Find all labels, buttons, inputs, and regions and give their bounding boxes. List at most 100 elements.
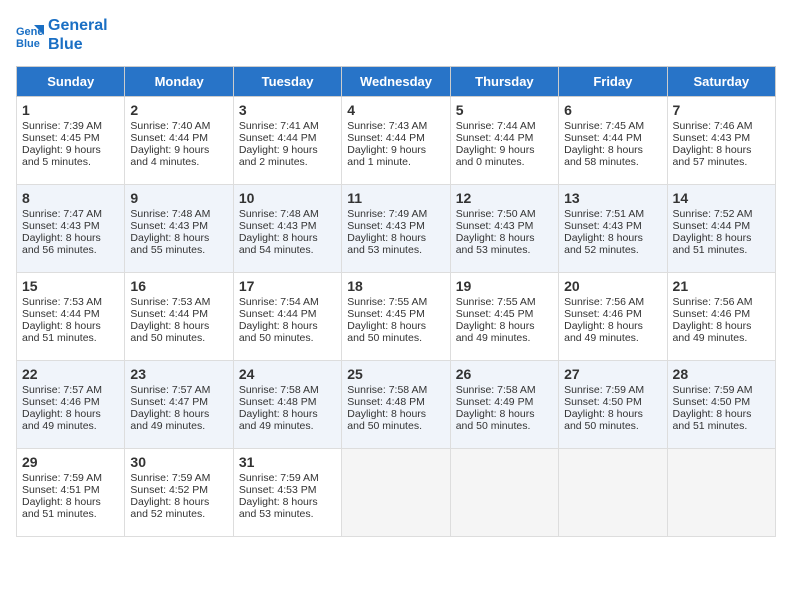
- sunset-label: Sunset: 4:43 PM: [564, 220, 642, 232]
- day-number: 6: [564, 102, 661, 118]
- sunset-label: Sunset: 4:51 PM: [22, 484, 100, 496]
- logo-icon: General Blue: [16, 21, 44, 49]
- calendar-day-12: 12 Sunrise: 7:50 AM Sunset: 4:43 PM Dayl…: [450, 185, 558, 273]
- sunrise-label: Sunrise: 7:58 AM: [239, 384, 319, 396]
- daylight-label: Daylight: 8 hours and 50 minutes.: [564, 408, 643, 432]
- daylight-label: Daylight: 8 hours and 55 minutes.: [130, 232, 209, 256]
- calendar-day-3: 3 Sunrise: 7:41 AM Sunset: 4:44 PM Dayli…: [233, 97, 341, 185]
- calendar-day-27: 27 Sunrise: 7:59 AM Sunset: 4:50 PM Dayl…: [559, 361, 667, 449]
- daylight-label: Daylight: 8 hours and 53 minutes.: [347, 232, 426, 256]
- daylight-label: Daylight: 8 hours and 50 minutes.: [347, 320, 426, 344]
- daylight-label: Daylight: 8 hours and 51 minutes.: [22, 496, 101, 520]
- calendar-day-30: 30 Sunrise: 7:59 AM Sunset: 4:52 PM Dayl…: [125, 449, 233, 537]
- sunset-label: Sunset: 4:45 PM: [347, 308, 425, 320]
- daylight-label: Daylight: 8 hours and 53 minutes.: [239, 496, 318, 520]
- sunrise-label: Sunrise: 7:59 AM: [22, 472, 102, 484]
- calendar-day-20: 20 Sunrise: 7:56 AM Sunset: 4:46 PM Dayl…: [559, 273, 667, 361]
- day-number: 17: [239, 278, 336, 294]
- sunset-label: Sunset: 4:43 PM: [22, 220, 100, 232]
- daylight-label: Daylight: 8 hours and 49 minutes.: [456, 320, 535, 344]
- calendar-day-15: 15 Sunrise: 7:53 AM Sunset: 4:44 PM Dayl…: [17, 273, 125, 361]
- calendar-day-22: 22 Sunrise: 7:57 AM Sunset: 4:46 PM Dayl…: [17, 361, 125, 449]
- calendar-table: Sunday Monday Tuesday Wednesday Thursday…: [16, 66, 776, 537]
- sunrise-label: Sunrise: 7:58 AM: [456, 384, 536, 396]
- svg-text:Blue: Blue: [16, 38, 40, 49]
- day-number: 29: [22, 454, 119, 470]
- day-number: 15: [22, 278, 119, 294]
- calendar-day-31: 31 Sunrise: 7:59 AM Sunset: 4:53 PM Dayl…: [233, 449, 341, 537]
- sunset-label: Sunset: 4:44 PM: [456, 132, 534, 144]
- day-number: 2: [130, 102, 227, 118]
- sunrise-label: Sunrise: 7:48 AM: [239, 208, 319, 220]
- day-number: 19: [456, 278, 553, 294]
- calendar-day-19: 19 Sunrise: 7:55 AM Sunset: 4:45 PM Dayl…: [450, 273, 558, 361]
- sunrise-label: Sunrise: 7:43 AM: [347, 120, 427, 132]
- daylight-label: Daylight: 8 hours and 56 minutes.: [22, 232, 101, 256]
- sunrise-label: Sunrise: 7:47 AM: [22, 208, 102, 220]
- sunrise-label: Sunrise: 7:41 AM: [239, 120, 319, 132]
- sunrise-label: Sunrise: 7:40 AM: [130, 120, 210, 132]
- daylight-label: Daylight: 8 hours and 50 minutes.: [130, 320, 209, 344]
- daylight-label: Daylight: 8 hours and 53 minutes.: [456, 232, 535, 256]
- header-friday: Friday: [559, 67, 667, 97]
- sunrise-label: Sunrise: 7:59 AM: [239, 472, 319, 484]
- calendar-day-29: 29 Sunrise: 7:59 AM Sunset: 4:51 PM Dayl…: [17, 449, 125, 537]
- sunset-label: Sunset: 4:44 PM: [347, 132, 425, 144]
- daylight-label: Daylight: 9 hours and 5 minutes.: [22, 144, 101, 168]
- daylight-label: Daylight: 8 hours and 52 minutes.: [130, 496, 209, 520]
- day-number: 7: [673, 102, 770, 118]
- header-monday: Monday: [125, 67, 233, 97]
- sunset-label: Sunset: 4:44 PM: [673, 220, 751, 232]
- daylight-label: Daylight: 8 hours and 49 minutes.: [22, 408, 101, 432]
- calendar-week-row: 29 Sunrise: 7:59 AM Sunset: 4:51 PM Dayl…: [17, 449, 776, 537]
- calendar-week-row: 1 Sunrise: 7:39 AM Sunset: 4:45 PM Dayli…: [17, 97, 776, 185]
- day-number: 16: [130, 278, 227, 294]
- logo-text: GeneralBlue: [48, 16, 108, 54]
- sunrise-label: Sunrise: 7:58 AM: [347, 384, 427, 396]
- sunset-label: Sunset: 4:44 PM: [22, 308, 100, 320]
- calendar-day-25: 25 Sunrise: 7:58 AM Sunset: 4:48 PM Dayl…: [342, 361, 450, 449]
- day-number: 8: [22, 190, 119, 206]
- header: General Blue GeneralBlue: [16, 16, 776, 54]
- sunset-label: Sunset: 4:44 PM: [130, 308, 208, 320]
- calendar-day-10: 10 Sunrise: 7:48 AM Sunset: 4:43 PM Dayl…: [233, 185, 341, 273]
- calendar-day-7: 7 Sunrise: 7:46 AM Sunset: 4:43 PM Dayli…: [667, 97, 775, 185]
- calendar-day-18: 18 Sunrise: 7:55 AM Sunset: 4:45 PM Dayl…: [342, 273, 450, 361]
- sunset-label: Sunset: 4:44 PM: [564, 132, 642, 144]
- daylight-label: Daylight: 8 hours and 52 minutes.: [564, 232, 643, 256]
- day-number: 18: [347, 278, 444, 294]
- calendar-day-empty: [667, 449, 775, 537]
- sunrise-label: Sunrise: 7:51 AM: [564, 208, 644, 220]
- day-number: 9: [130, 190, 227, 206]
- day-number: 14: [673, 190, 770, 206]
- day-number: 12: [456, 190, 553, 206]
- header-sunday: Sunday: [17, 67, 125, 97]
- day-number: 3: [239, 102, 336, 118]
- daylight-label: Daylight: 8 hours and 51 minutes.: [22, 320, 101, 344]
- sunrise-label: Sunrise: 7:59 AM: [673, 384, 753, 396]
- daylight-label: Daylight: 9 hours and 4 minutes.: [130, 144, 209, 168]
- sunset-label: Sunset: 4:47 PM: [130, 396, 208, 408]
- day-number: 23: [130, 366, 227, 382]
- daylight-label: Daylight: 9 hours and 2 minutes.: [239, 144, 318, 168]
- sunset-label: Sunset: 4:44 PM: [239, 308, 317, 320]
- day-number: 22: [22, 366, 119, 382]
- sunrise-label: Sunrise: 7:55 AM: [456, 296, 536, 308]
- calendar-day-8: 8 Sunrise: 7:47 AM Sunset: 4:43 PM Dayli…: [17, 185, 125, 273]
- weekday-header-row: Sunday Monday Tuesday Wednesday Thursday…: [17, 67, 776, 97]
- sunset-label: Sunset: 4:52 PM: [130, 484, 208, 496]
- sunrise-label: Sunrise: 7:55 AM: [347, 296, 427, 308]
- sunrise-label: Sunrise: 7:39 AM: [22, 120, 102, 132]
- sunset-label: Sunset: 4:46 PM: [564, 308, 642, 320]
- calendar-day-21: 21 Sunrise: 7:56 AM Sunset: 4:46 PM Dayl…: [667, 273, 775, 361]
- calendar-day-9: 9 Sunrise: 7:48 AM Sunset: 4:43 PM Dayli…: [125, 185, 233, 273]
- sunset-label: Sunset: 4:50 PM: [564, 396, 642, 408]
- day-number: 20: [564, 278, 661, 294]
- calendar-week-row: 22 Sunrise: 7:57 AM Sunset: 4:46 PM Dayl…: [17, 361, 776, 449]
- sunrise-label: Sunrise: 7:45 AM: [564, 120, 644, 132]
- sunrise-label: Sunrise: 7:46 AM: [673, 120, 753, 132]
- calendar-day-6: 6 Sunrise: 7:45 AM Sunset: 4:44 PM Dayli…: [559, 97, 667, 185]
- day-number: 28: [673, 366, 770, 382]
- daylight-label: Daylight: 8 hours and 49 minutes.: [239, 408, 318, 432]
- calendar-day-28: 28 Sunrise: 7:59 AM Sunset: 4:50 PM Dayl…: [667, 361, 775, 449]
